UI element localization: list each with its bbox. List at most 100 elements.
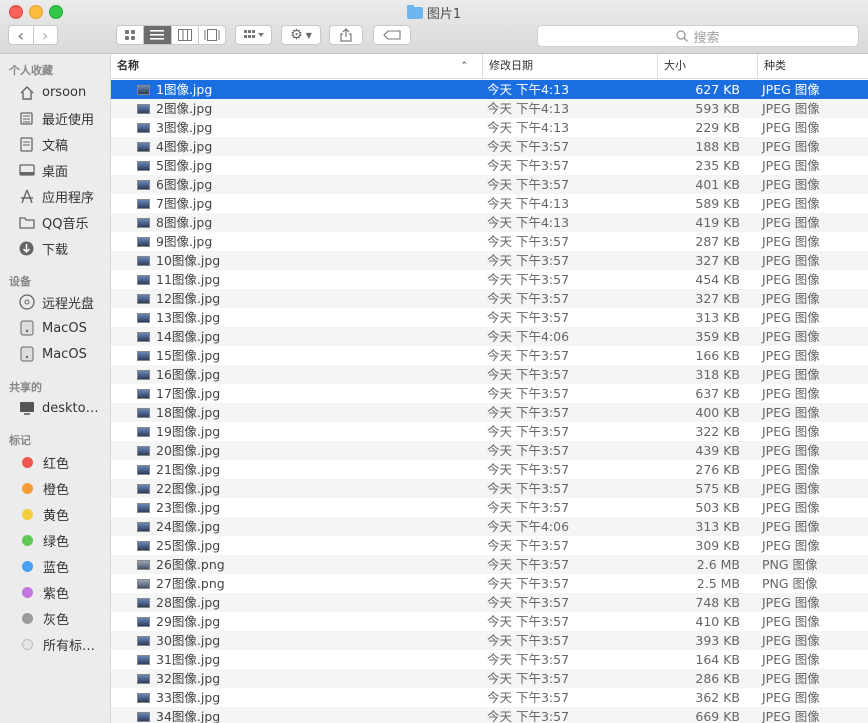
file-name: 1图像.jpg (156, 82, 213, 97)
table-row[interactable]: 2图像.jpg 今天 下午4:13 593 KB JPEG 图像 (111, 99, 868, 118)
sidebar-item-remote-disc[interactable]: 远程光盘 (18, 291, 94, 313)
table-row[interactable]: 27图像.png 今天 下午3:57 2.5 MB PNG 图像 (111, 574, 868, 593)
sidebar-tag-purple[interactable]: 紫色 (18, 581, 69, 603)
column-header-size[interactable]: 大小 (657, 54, 757, 78)
back-button[interactable]: ‹ (9, 26, 34, 44)
tag-button[interactable] (373, 25, 411, 45)
table-row[interactable]: 17图像.jpg 今天 下午3:57 637 KB JPEG 图像 (111, 384, 868, 403)
file-date: 今天 下午4:13 (487, 101, 570, 116)
share-button[interactable] (329, 25, 363, 45)
table-row[interactable]: 15图像.jpg 今天 下午3:57 166 KB JPEG 图像 (111, 346, 868, 365)
sidebar-item-recents[interactable]: 最近使用 (18, 107, 94, 129)
image-thumbnail-icon (137, 312, 150, 323)
table-row[interactable]: 12图像.jpg 今天 下午3:57 327 KB JPEG 图像 (111, 289, 868, 308)
file-size: 309 KB (695, 538, 740, 553)
share-icon (340, 28, 352, 42)
sidebar-item-downloads[interactable]: 下载 (18, 237, 68, 259)
table-row[interactable]: 11图像.jpg 今天 下午3:57 454 KB JPEG 图像 (111, 270, 868, 289)
image-thumbnail-icon (137, 711, 150, 722)
sidebar-tag-all[interactable]: 所有标… (18, 633, 95, 655)
file-name: 3图像.jpg (156, 120, 213, 135)
table-row[interactable]: 21图像.jpg 今天 下午3:57 276 KB JPEG 图像 (111, 460, 868, 479)
table-row[interactable]: 14图像.jpg 今天 下午4:06 359 KB JPEG 图像 (111, 327, 868, 346)
file-name: 10图像.jpg (156, 253, 221, 268)
file-date: 今天 下午3:57 (487, 234, 570, 249)
table-row[interactable]: 10图像.jpg 今天 下午3:57 327 KB JPEG 图像 (111, 251, 868, 270)
search-field[interactable]: 搜索 (537, 25, 859, 47)
sidebar-item-qqmusic[interactable]: QQ音乐 (18, 211, 88, 233)
file-name: 21图像.jpg (156, 462, 221, 477)
action-button[interactable]: ⚙ ▼ (281, 25, 321, 45)
table-row[interactable]: 32图像.jpg 今天 下午3:57 286 KB JPEG 图像 (111, 669, 868, 688)
sidebar-item-desktop-share[interactable]: deskto… (18, 397, 99, 419)
list-view-button[interactable] (144, 26, 172, 44)
forward-button[interactable]: › (34, 26, 58, 44)
table-row[interactable]: 8图像.jpg 今天 下午4:13 419 KB JPEG 图像 (111, 213, 868, 232)
sidebar-item-home[interactable]: orsoon (18, 81, 86, 103)
table-row[interactable]: 29图像.jpg 今天 下午3:57 410 KB JPEG 图像 (111, 612, 868, 631)
file-name-cell: 1图像.jpg (137, 80, 212, 99)
table-row[interactable]: 5图像.jpg 今天 下午3:57 235 KB JPEG 图像 (111, 156, 868, 175)
sidebar-tag-orange[interactable]: 橙色 (18, 477, 69, 499)
table-row[interactable]: 28图像.jpg 今天 下午3:57 748 KB JPEG 图像 (111, 593, 868, 612)
icon-view-button[interactable] (117, 26, 145, 44)
table-row[interactable]: 13图像.jpg 今天 下午3:57 313 KB JPEG 图像 (111, 308, 868, 327)
table-row[interactable]: 9图像.jpg 今天 下午3:57 287 KB JPEG 图像 (111, 232, 868, 251)
table-row[interactable]: 1图像.jpg 今天 下午4:13 627 KB JPEG 图像 (111, 80, 868, 99)
table-row[interactable]: 20图像.jpg 今天 下午3:57 439 KB JPEG 图像 (111, 441, 868, 460)
table-row[interactable]: 34图像.jpg 今天 下午3:57 669 KB JPEG 图像 (111, 707, 868, 723)
table-row[interactable]: 26图像.png 今天 下午3:57 2.6 MB PNG 图像 (111, 555, 868, 574)
file-date: 今天 下午3:57 (487, 462, 570, 477)
sidebar-item-applications[interactable]: 应用程序 (18, 185, 94, 207)
file-size: 229 KB (695, 120, 740, 135)
sidebar-item-label: deskto… (42, 400, 99, 416)
file-name-cell: 24图像.jpg (137, 517, 220, 536)
table-row[interactable]: 3图像.jpg 今天 下午4:13 229 KB JPEG 图像 (111, 118, 868, 137)
table-row[interactable]: 16图像.jpg 今天 下午3:57 318 KB JPEG 图像 (111, 365, 868, 384)
column-view-button[interactable] (172, 26, 199, 44)
sort-ascending-icon: ⌃ (460, 61, 468, 71)
file-kind: JPEG 图像 (762, 405, 820, 420)
image-thumbnail-icon (137, 521, 150, 532)
table-row[interactable]: 30图像.jpg 今天 下午3:57 393 KB JPEG 图像 (111, 631, 868, 650)
sidebar-tag-green[interactable]: 绿色 (18, 529, 69, 551)
column-header-name[interactable]: 名称 ⌃ (111, 54, 478, 78)
file-name: 25图像.jpg (156, 538, 221, 553)
file-name: 19图像.jpg (156, 424, 221, 439)
table-row[interactable]: 33图像.jpg 今天 下午3:57 362 KB JPEG 图像 (111, 688, 868, 707)
table-row[interactable]: 18图像.jpg 今天 下午3:57 400 KB JPEG 图像 (111, 403, 868, 422)
file-size: 188 KB (695, 139, 740, 154)
sidebar-tag-blue[interactable]: 蓝色 (18, 555, 69, 577)
table-row[interactable]: 24图像.jpg 今天 下午4:06 313 KB JPEG 图像 (111, 517, 868, 536)
file-size: 327 KB (695, 291, 740, 306)
sidebar-tag-red[interactable]: 红色 (18, 451, 69, 473)
sidebar-section-favorites: 个人收藏 (9, 64, 53, 77)
sidebar-tag-yellow[interactable]: 黄色 (18, 503, 69, 525)
sidebar-item-documents[interactable]: 文稿 (18, 133, 68, 155)
file-name: 24图像.jpg (156, 519, 221, 534)
sidebar-tag-gray[interactable]: 灰色 (18, 607, 69, 629)
gallery-view-button[interactable] (199, 26, 225, 44)
table-row[interactable]: 22图像.jpg 今天 下午3:57 575 KB JPEG 图像 (111, 479, 868, 498)
table-row[interactable]: 4图像.jpg 今天 下午3:57 188 KB JPEG 图像 (111, 137, 868, 156)
table-row[interactable]: 6图像.jpg 今天 下午3:57 401 KB JPEG 图像 (111, 175, 868, 194)
file-kind: JPEG 图像 (762, 538, 820, 553)
column-header-kind[interactable]: 种类 (757, 54, 868, 78)
table-row[interactable]: 25图像.jpg 今天 下午3:57 309 KB JPEG 图像 (111, 536, 868, 555)
sidebar-item-label: MacOS (42, 320, 87, 336)
table-row[interactable]: 23图像.jpg 今天 下午3:57 503 KB JPEG 图像 (111, 498, 868, 517)
file-kind: JPEG 图像 (762, 272, 820, 287)
group-button[interactable] (235, 25, 272, 45)
file-size: 669 KB (695, 709, 740, 723)
sidebar-item-macos-1[interactable]: MacOS (18, 317, 87, 339)
column-header-date[interactable]: 修改日期 (482, 54, 657, 78)
file-name-cell: 33图像.jpg (137, 688, 220, 707)
file-name-cell: 2图像.jpg (137, 99, 212, 118)
table-row[interactable]: 19图像.jpg 今天 下午3:57 322 KB JPEG 图像 (111, 422, 868, 441)
sidebar-item-desktop[interactable]: 桌面 (18, 159, 68, 181)
table-row[interactable]: 7图像.jpg 今天 下午4:13 589 KB JPEG 图像 (111, 194, 868, 213)
table-row[interactable]: 31图像.jpg 今天 下午3:57 164 KB JPEG 图像 (111, 650, 868, 669)
disc-icon (18, 294, 35, 311)
sidebar-item-macos-2[interactable]: MacOS (18, 343, 87, 365)
tag-label: 所有标… (43, 638, 96, 654)
